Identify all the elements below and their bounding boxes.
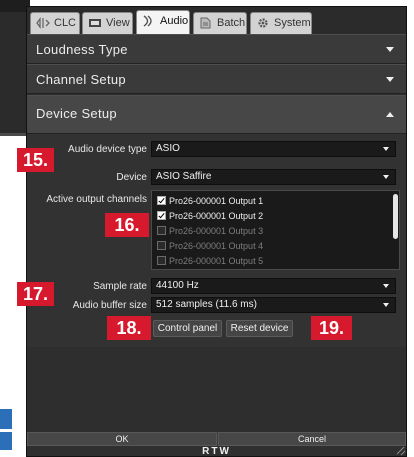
monitor-icon — [88, 16, 102, 28]
checkbox — [157, 256, 166, 266]
channel-label: Pro26-000001 Output 5 — [169, 256, 264, 266]
channel-item-output-3: Pro26-000001 Output 3 — [157, 225, 263, 237]
dropdown-arrow-icon — [383, 284, 389, 288]
select-value: ASIO — [156, 143, 180, 154]
tab-label: View — [106, 17, 130, 29]
callout-19: 19. — [311, 316, 352, 340]
background-blue-marker — [0, 409, 12, 429]
select-value: 512 samples (11.6 ms) — [156, 299, 257, 310]
section-channel-setup[interactable]: Channel Setup — [27, 64, 406, 94]
active-output-channels-list[interactable]: Pro26-000001 Output 1 Pro26-000001 Outpu… — [151, 190, 400, 270]
channel-item-output-1[interactable]: Pro26-000001 Output 1 — [157, 195, 263, 207]
ok-button[interactable]: OK — [27, 432, 217, 446]
dropdown-arrow-icon — [383, 147, 389, 151]
chevron-down-icon — [386, 77, 394, 82]
background-blue-marker — [0, 432, 12, 450]
chevron-up-icon — [386, 112, 394, 117]
select-value: ASIO Saffire — [156, 171, 212, 182]
tab-label: Audio — [160, 15, 189, 27]
channel-label: Pro26-000001 Output 4 — [169, 241, 264, 251]
channel-item-output-5: Pro26-000001 Output 5 — [157, 255, 263, 267]
checkbox[interactable] — [157, 211, 166, 221]
section-title: Loudness Type — [36, 42, 128, 57]
active-output-channels-label: Active output channels — [46, 194, 147, 205]
tab-label: System — [274, 17, 311, 29]
resize-grip-icon[interactable] — [397, 447, 405, 455]
gear-icon — [256, 16, 270, 28]
device-select[interactable]: ASIO Saffire — [151, 169, 396, 185]
dropdown-arrow-icon — [383, 303, 389, 307]
tab-clc[interactable]: CLC — [30, 12, 80, 34]
list-scrollbar[interactable] — [393, 194, 398, 239]
tab-label: CLC — [54, 17, 77, 29]
checkbox — [157, 241, 166, 251]
audio-device-type-select[interactable]: ASIO — [151, 141, 396, 157]
tab-label: Batch — [217, 17, 246, 29]
audio-buffer-size-select[interactable]: 512 samples (11.6 ms) — [151, 297, 396, 313]
chevron-down-icon — [386, 47, 394, 52]
dialog-button-bar: OK Cancel — [27, 432, 406, 446]
reset-device-button[interactable]: Reset device — [226, 320, 293, 337]
tab-audio[interactable]: Audio — [136, 10, 190, 35]
section-title: Channel Setup — [36, 72, 126, 87]
device-label: Device — [116, 172, 147, 183]
callout-17: 17. — [17, 282, 54, 306]
batch-icon — [199, 16, 213, 29]
callout-15: 15. — [17, 148, 54, 172]
channel-label: Pro26-000001 Output 3 — [169, 226, 264, 236]
section-device-setup[interactable]: Device Setup — [27, 95, 406, 134]
section-title: Device Setup — [36, 106, 117, 121]
callout-18: 18. — [107, 316, 151, 340]
tab-view[interactable]: View — [82, 12, 133, 34]
select-value: 44100 Hz — [156, 280, 199, 291]
section-loudness-type[interactable]: Loudness Type — [27, 34, 406, 64]
callout-16: 16. — [105, 213, 149, 237]
audio-signal-icon — [142, 14, 156, 27]
settings-dialog: CLC View Audio Batch System Loudness Typ… — [26, 6, 407, 457]
tab-batch[interactable]: Batch — [193, 12, 247, 34]
empty-panel-area — [27, 347, 406, 432]
clc-icon — [36, 16, 50, 30]
channel-item-output-2[interactable]: Pro26-000001 Output 2 — [157, 210, 263, 222]
channel-label: Pro26-000001 Output 1 — [169, 196, 264, 206]
checkbox[interactable] — [157, 196, 166, 206]
tab-bar: CLC View Audio Batch System — [27, 7, 406, 35]
dropdown-arrow-icon — [383, 175, 389, 179]
cancel-button[interactable]: Cancel — [218, 432, 406, 446]
sample-rate-select[interactable]: 44100 Hz — [151, 278, 396, 294]
channel-item-output-4: Pro26-000001 Output 4 — [157, 240, 263, 252]
control-panel-button[interactable]: Control panel — [153, 320, 222, 337]
checkbox — [157, 226, 166, 236]
channel-label: Pro26-000001 Output 2 — [169, 211, 264, 221]
rtw-logo: RTW — [202, 446, 231, 457]
tab-system[interactable]: System — [250, 12, 312, 34]
